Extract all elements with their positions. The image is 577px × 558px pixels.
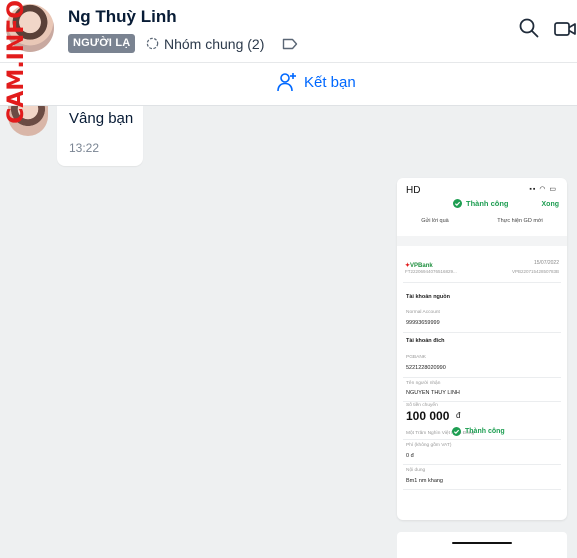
bank-logo: ✦VPBank <box>405 263 433 269</box>
image-message-bottom[interactable] <box>397 532 567 558</box>
contact-name[interactable]: Ng Thuỳ Linh <box>68 7 177 27</box>
search-icon[interactable] <box>518 17 540 39</box>
divider <box>403 401 561 402</box>
success-status-top: Thành công <box>453 199 509 208</box>
divider <box>403 464 561 465</box>
group-icon <box>146 37 159 50</box>
divider <box>403 377 561 378</box>
check-circle-icon <box>452 427 461 436</box>
dest-account-heading: Tài khoản đích <box>406 338 445 344</box>
transfer-date: 15/07/2022 <box>533 260 559 266</box>
recipient-value: NGUYEN THUY LINH <box>406 390 460 396</box>
divider <box>403 439 561 440</box>
add-friend-bar: Kết bạn <box>0 63 577 106</box>
chat-header: Ng Thuỳ Linh NGƯỜI LẠ Nhóm chung (2) <box>0 0 577 63</box>
add-friend-label: Kết bạn <box>304 73 356 91</box>
recipient-label: Tên người nhận <box>406 381 441 386</box>
source-account-heading: Tài khoản nguồn <box>406 294 450 300</box>
home-indicator <box>452 542 512 544</box>
divider <box>403 489 561 490</box>
add-friend-button[interactable]: Kết bạn <box>276 71 356 93</box>
source-account-label: Normal Account <box>406 310 440 315</box>
message-bubble[interactable]: Vâng bạn 13:22 <box>57 106 143 166</box>
phone-status-carrier: HD <box>406 185 421 196</box>
transfer-ref: FT22206944076516829... <box>405 269 457 274</box>
done-link: Xong <box>541 201 560 208</box>
dest-account-value: 5221228020990 <box>406 365 446 371</box>
new-transaction-label: Thực hiện GD mới <box>497 218 543 224</box>
transfer-receipt: ✦VPBank 15/07/2022 FT22206944076516829..… <box>403 248 561 520</box>
content-label: Nội dung <box>406 468 426 473</box>
transfer-actions: Gửi lời quà Thực hiện GD mới <box>397 218 567 224</box>
fee-label: Phí (không gồm VAT) <box>406 443 452 448</box>
amount-value: 100 000 <box>406 409 450 423</box>
message-text: Vâng bạn <box>69 110 134 127</box>
image-message[interactable]: HD ▪▪ ◠ ▭ Thành công Xong Gửi lời quà Th… <box>397 178 567 520</box>
divider <box>403 332 561 333</box>
phone-status-icons: ▪▪ ◠ ▭ <box>529 186 557 193</box>
chat-area[interactable]: Vâng bạn 13:22 HD ▪▪ ◠ ▭ Thành công Xong… <box>0 106 577 558</box>
watermark: CAM.INFO <box>4 0 29 124</box>
divider <box>403 282 561 283</box>
gift-action-label: Gửi lời quà <box>421 218 449 224</box>
video-call-icon[interactable] <box>554 18 576 40</box>
content-value: Bm1 nm khang <box>406 478 443 484</box>
success-status-bottom: Thành công <box>452 427 505 436</box>
add-user-icon <box>277 73 296 92</box>
transfer-ref-2: VPB22071542850783B <box>511 269 559 274</box>
common-groups-link[interactable]: Nhóm chung (2) <box>145 34 264 53</box>
amount-currency: đ <box>456 411 461 420</box>
source-account-value: 99993659999 <box>406 320 440 326</box>
stranger-badge: NGƯỜI LẠ <box>68 34 136 53</box>
amount-label: Số tiền chuyển <box>406 403 438 408</box>
common-groups-label: Nhóm chung (2) <box>164 35 265 52</box>
tag-icon[interactable] <box>282 37 298 51</box>
fee-value: 0 đ <box>406 453 414 459</box>
message-time: 13:22 <box>69 141 100 155</box>
dest-bank-label: PGBANK <box>406 355 426 360</box>
check-circle-icon <box>453 199 462 208</box>
divider <box>397 236 567 246</box>
